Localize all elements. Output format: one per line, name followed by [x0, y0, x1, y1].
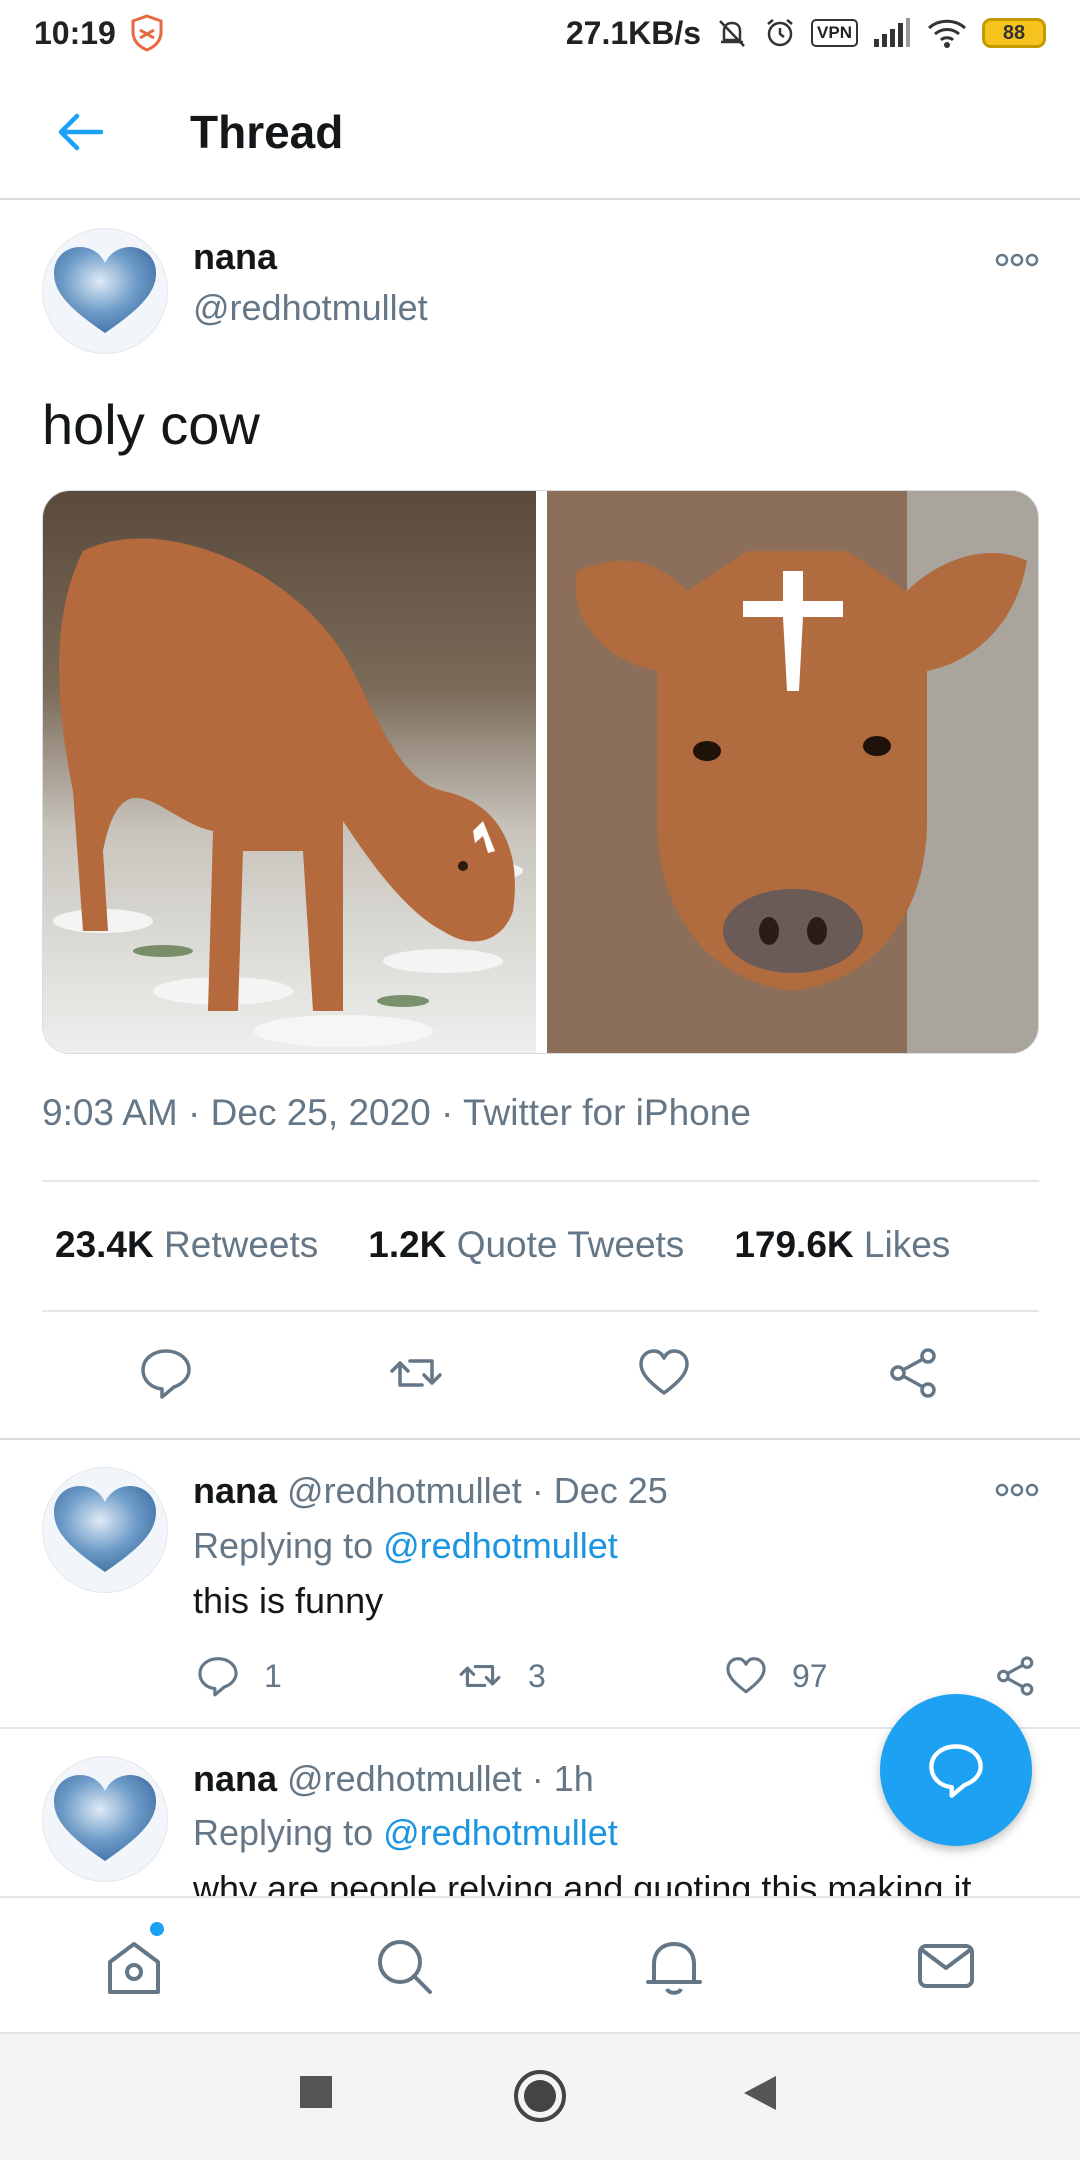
- replying-to-link[interactable]: @redhotmullet: [383, 1812, 618, 1853]
- retweet-icon[interactable]: [388, 1345, 444, 1401]
- replying-to-label: Replying to: [193, 1525, 374, 1566]
- replying-to: Replying to @redhotmullet: [193, 1525, 618, 1567]
- status-bar: 10:19 27.1KB/s VPN 88: [0, 0, 1080, 66]
- battery-level: 88: [1002, 21, 1026, 44]
- recents-icon[interactable]: [298, 2074, 334, 2110]
- reply-like-button[interactable]: 97: [724, 1654, 828, 1698]
- calf-face-photo-image: [546, 491, 1038, 1053]
- likes-count: 179.6K: [734, 1224, 854, 1265]
- tweet-stats: 23.4K Retweets 1.2K Quote Tweets 179.6K …: [55, 1224, 950, 1266]
- tweet-source[interactable]: Twitter for iPhone: [463, 1092, 751, 1133]
- reply-avatar[interactable]: [42, 1467, 168, 1593]
- tweet-media[interactable]: [42, 490, 1039, 1054]
- section-divider: [0, 1438, 1080, 1440]
- heart-icon[interactable]: [636, 1345, 692, 1401]
- heart-cloud-avatar-icon: [54, 247, 156, 333]
- like-count: 97: [792, 1657, 828, 1694]
- divider: [42, 1310, 1039, 1312]
- reply-author-name[interactable]: nana: [193, 1470, 277, 1511]
- retweets-count: 23.4K: [55, 1224, 154, 1265]
- meta-sep: ·: [441, 1092, 463, 1133]
- bell-icon[interactable]: [642, 1934, 706, 1998]
- reply-retweet-button[interactable]: 3: [456, 1654, 546, 1698]
- share-icon: [997, 1656, 1034, 1696]
- media-photo-left[interactable]: [43, 491, 541, 1053]
- back-triangle-icon[interactable]: [742, 2074, 778, 2112]
- bottom-nav: [0, 1896, 1080, 2032]
- quotes-count: 1.2K: [368, 1224, 447, 1265]
- reply-reply-button[interactable]: 1: [196, 1654, 282, 1698]
- reply-header: nana @redhotmullet · 1h: [193, 1758, 594, 1800]
- meta-sep: ·: [531, 1758, 554, 1799]
- home-circle-icon[interactable]: [512, 2068, 568, 2124]
- status-right: 27.1KB/s VPN 88: [566, 15, 1046, 52]
- more-icon[interactable]: [994, 250, 1040, 270]
- tweet-meta: 9:03 AM · Dec 25, 2020 · Twitter for iPh…: [42, 1092, 751, 1134]
- wifi-icon: [927, 19, 967, 48]
- vpn-badge: VPN: [811, 19, 858, 47]
- tweet-text: holy cow: [42, 393, 260, 456]
- replying-to-label: Replying to: [193, 1812, 374, 1853]
- mute-bell-icon: [719, 20, 745, 47]
- media-photo-right[interactable]: [540, 491, 1038, 1053]
- back-arrow-icon: [58, 113, 103, 151]
- home-icon[interactable]: [102, 1934, 166, 1998]
- share-icon[interactable]: [886, 1345, 942, 1401]
- signal-icon: [874, 18, 910, 47]
- likes-label: Likes: [863, 1224, 951, 1265]
- home-notification-dot: [150, 1922, 164, 1936]
- net-speed: 27.1KB/s: [565, 14, 702, 51]
- reply-count: 1: [264, 1657, 282, 1694]
- compose-reply-icon: [929, 1744, 983, 1798]
- calf-photo-image: [43, 491, 536, 1053]
- author-avatar[interactable]: [42, 228, 168, 354]
- tweet-actions: [0, 1345, 1080, 1405]
- reply-text: this is funny: [193, 1580, 384, 1621]
- battery-icon: 88: [982, 18, 1046, 48]
- reply-time: 1h: [553, 1758, 594, 1799]
- retweets-label: Retweets: [164, 1224, 319, 1265]
- heart-cloud-avatar-icon: [54, 1775, 156, 1861]
- reply-time: Dec 25: [553, 1470, 668, 1511]
- meta-sep: ·: [531, 1470, 554, 1511]
- reply-share-button[interactable]: [994, 1654, 1038, 1698]
- author-name[interactable]: nana: [193, 236, 277, 278]
- quotes-stat[interactable]: 1.2K Quote Tweets: [368, 1224, 684, 1266]
- quotes-label: Quote Tweets: [456, 1224, 685, 1265]
- system-nav-bar: [0, 2032, 1080, 2160]
- status-time: 10:19: [34, 14, 116, 51]
- heart-cloud-avatar-icon: [54, 1486, 156, 1572]
- author-handle[interactable]: @redhotmullet: [193, 287, 428, 329]
- reply-icon: [198, 1657, 238, 1697]
- meta-sep: ·: [188, 1092, 211, 1133]
- retweet-count: 3: [528, 1657, 546, 1694]
- reply-author-name[interactable]: nana: [193, 1758, 277, 1799]
- more-icon[interactable]: [994, 1480, 1040, 1500]
- mail-icon[interactable]: [914, 1934, 978, 1998]
- compose-reply-button[interactable]: [880, 1694, 1032, 1846]
- top-app-bar: Thread: [0, 66, 1080, 200]
- retweets-stat[interactable]: 23.4K Retweets: [55, 1224, 318, 1266]
- search-icon[interactable]: [372, 1934, 436, 1998]
- page-title: Thread: [190, 106, 344, 158]
- replying-to: Replying to @redhotmullet: [193, 1812, 618, 1854]
- reply-author-handle[interactable]: @redhotmullet: [287, 1758, 522, 1799]
- heart-icon: [726, 1657, 766, 1694]
- tweet-time: 9:03 AM: [42, 1092, 178, 1133]
- shield-icon: [131, 14, 163, 52]
- replying-to-link[interactable]: @redhotmullet: [383, 1525, 618, 1566]
- reply-avatar[interactable]: [42, 1756, 168, 1882]
- alarm-icon: [767, 19, 793, 47]
- back-button[interactable]: [40, 92, 120, 172]
- divider: [42, 1180, 1039, 1182]
- reply-icon[interactable]: [138, 1345, 194, 1401]
- retweet-icon: [459, 1665, 501, 1687]
- tweet-date: Dec 25, 2020: [210, 1092, 431, 1133]
- likes-stat[interactable]: 179.6K Likes: [734, 1224, 950, 1266]
- reply-header: nana @redhotmullet · Dec 25: [193, 1470, 668, 1512]
- reply-author-handle[interactable]: @redhotmullet: [287, 1470, 522, 1511]
